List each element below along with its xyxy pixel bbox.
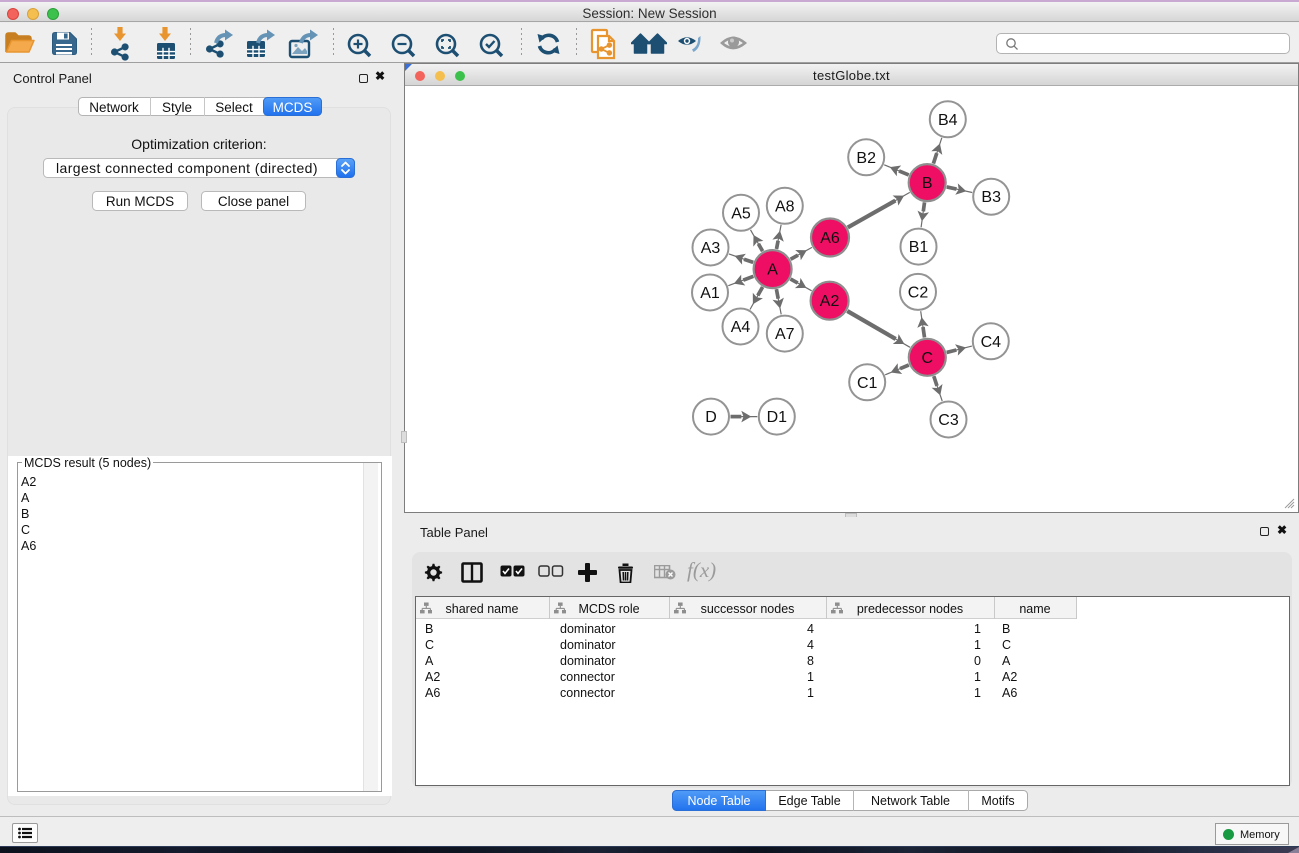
svg-text:A1: A1 [700,285,720,302]
svg-text:B4: B4 [938,112,958,129]
svg-text:A3: A3 [701,240,721,257]
svg-text:B: B [922,175,933,192]
svg-text:A2: A2 [820,293,840,310]
svg-text:C1: C1 [857,375,878,392]
svg-text:A7: A7 [775,326,795,343]
svg-text:B3: B3 [981,189,1001,206]
svg-text:D1: D1 [767,409,788,426]
svg-text:C: C [922,350,934,367]
svg-text:B2: B2 [856,150,876,167]
svg-text:D: D [705,409,717,426]
svg-text:A4: A4 [731,319,751,336]
svg-text:A8: A8 [775,198,795,215]
svg-text:B1: B1 [909,239,929,256]
svg-text:A6: A6 [820,230,840,247]
svg-text:C2: C2 [908,284,929,301]
svg-text:A5: A5 [731,205,751,222]
svg-text:A: A [767,262,778,279]
svg-text:C3: C3 [938,412,959,429]
svg-text:C4: C4 [981,334,1002,351]
